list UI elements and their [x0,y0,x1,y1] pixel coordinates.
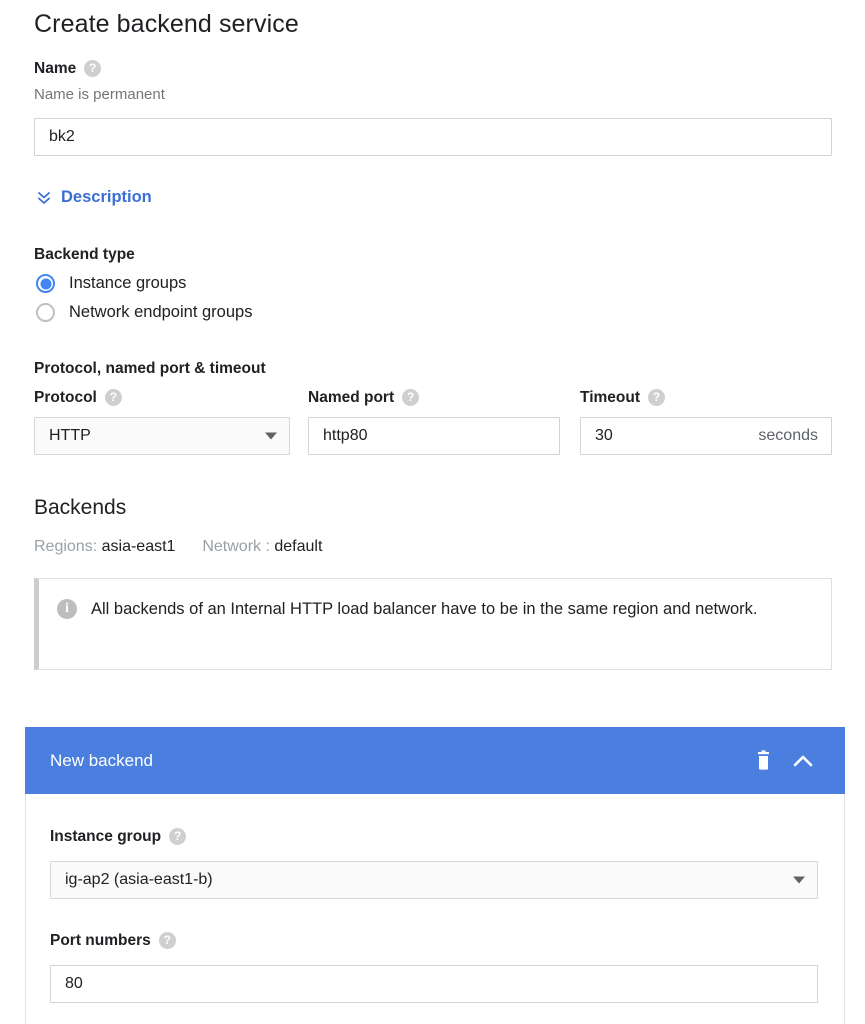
regions-network-line: Regions: asia-east1 Network : default [34,538,322,556]
regions-value: asia-east1 [101,538,176,555]
instance-group-label-row: Instance group? [25,827,187,846]
port-numbers-input-wrapper [50,965,818,1003]
collapse-backend-button[interactable] [783,741,823,781]
named-port-label-row: Named port? [308,388,560,407]
protocol-select[interactable]: HTTP [34,417,290,456]
protocol-section-label: Protocol, named port & timeout [34,360,266,377]
network-label: Network : [202,538,270,555]
help-icon[interactable]: ? [169,827,187,845]
page-title: Create backend service [34,10,299,38]
port-numbers-input[interactable] [50,965,818,1003]
port-numbers-label: Port numbers [50,932,151,949]
instance-group-label: Instance group [50,828,162,845]
help-icon[interactable]: ? [158,931,176,949]
double-chevron-down-icon [36,189,52,206]
timeout-label: Timeout [580,389,640,406]
create-backend-service-page: Create backend service Name? Name is per… [0,0,865,1024]
timeout-field: Timeout? seconds [580,388,832,456]
protocol-label-row: Protocol? [34,388,290,407]
timeout-label-row: Timeout? [580,388,832,407]
protocol-selected-value: HTTP [49,427,91,445]
backends-title: Backends [34,496,127,519]
backend-type-label: Backend type [34,246,135,263]
name-label-row: Name? [34,59,102,78]
port-numbers-label-row: Port numbers? [25,931,176,950]
chevron-down-icon [265,432,277,440]
timeout-input[interactable] [580,417,832,456]
new-backend-title: New backend [50,750,154,770]
info-notice-text: All backends of an Internal HTTP load ba… [91,600,758,618]
help-icon[interactable]: ? [104,388,122,406]
trash-icon [757,750,769,770]
description-label: Description [61,188,152,206]
instance-group-select[interactable]: ig-ap2 (asia-east1-b) [50,861,818,899]
name-input-wrapper [34,118,832,156]
radio-label-network-endpoint-groups: Network endpoint groups [69,303,253,321]
network-value: default [274,538,323,555]
help-icon[interactable]: ? [648,388,665,406]
radio-instance-groups[interactable]: Instance groups [36,274,186,293]
help-icon[interactable]: ? [84,59,102,77]
info-notice: i All backends of an Internal HTTP load … [34,578,832,670]
instance-group-select-wrapper: ig-ap2 (asia-east1-b) [50,861,818,899]
help-icon[interactable]: ? [402,388,420,406]
radio-label-instance-groups: Instance groups [69,274,187,292]
radio-indicator-unselected [36,303,55,322]
description-expander[interactable]: Description [36,188,152,207]
name-input[interactable] [34,118,832,156]
name-hint: Name is permanent [34,86,165,103]
named-port-label: Named port [308,389,395,406]
instance-group-selected-value: ig-ap2 (asia-east1-b) [65,871,213,888]
protocol-label: Protocol [34,389,97,406]
protocol-field: Protocol? HTTP [34,388,290,456]
radio-indicator-selected [36,274,55,293]
timeout-input-wrapper: seconds [580,417,832,456]
name-label: Name [34,60,77,77]
new-backend-header: New backend [25,727,845,794]
radio-network-endpoint-groups[interactable]: Network endpoint groups [36,303,252,322]
regions-label: Regions: [34,538,98,555]
named-port-input[interactable] [308,417,560,456]
info-icon: i [57,599,77,619]
chevron-down-icon [793,876,805,884]
chevron-up-icon [793,755,813,766]
named-port-field: Named port? [308,388,560,456]
delete-backend-button[interactable] [743,741,783,781]
